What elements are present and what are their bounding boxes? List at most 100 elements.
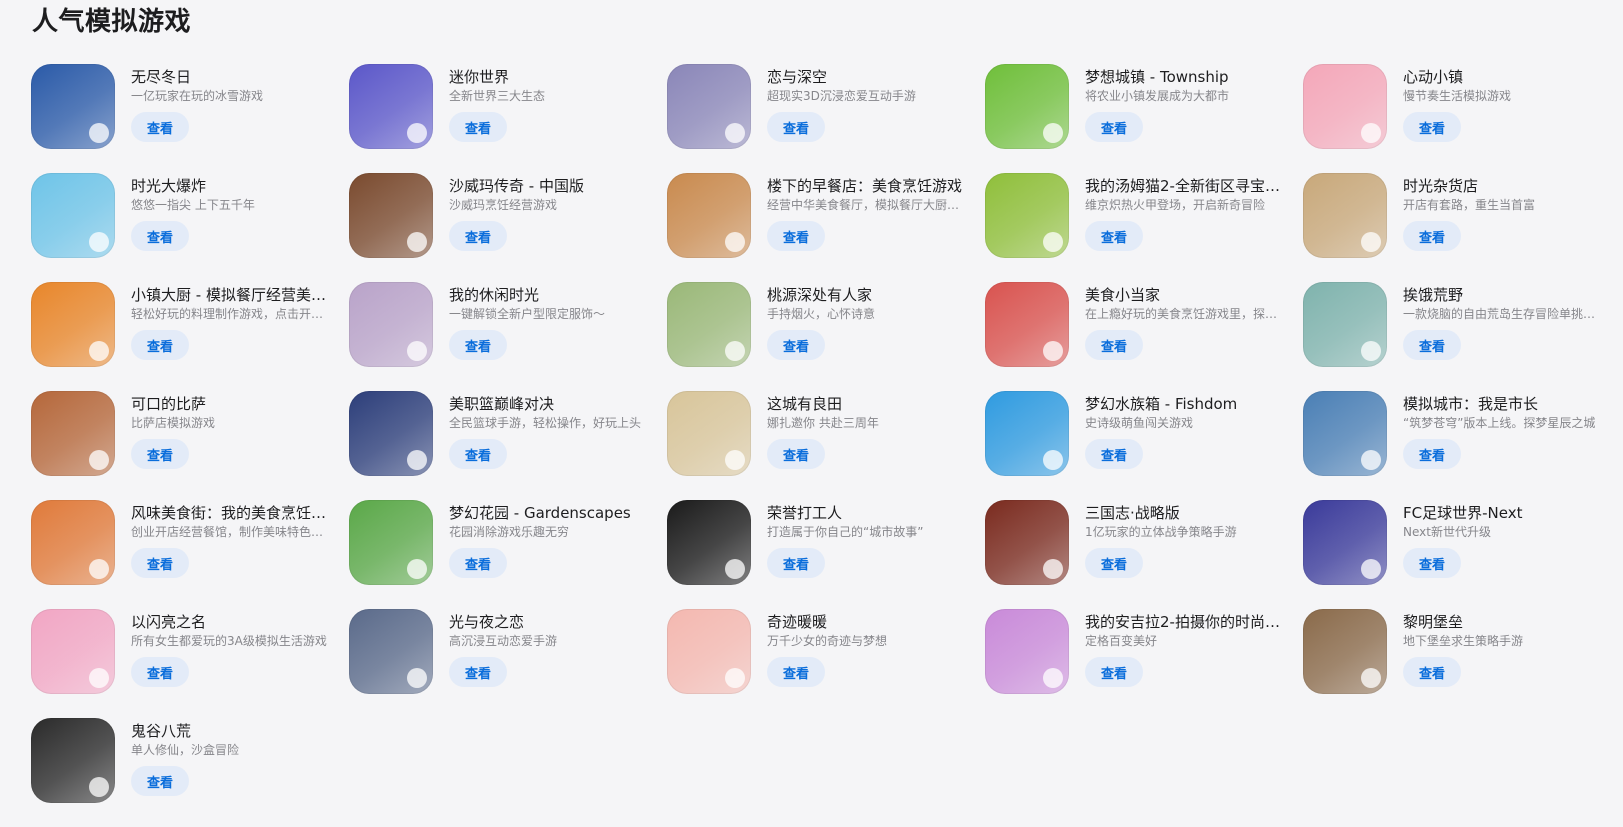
view-button[interactable]: 查看 <box>767 439 825 469</box>
app-name[interactable]: 三国志·战略版 <box>1085 503 1285 523</box>
app-name[interactable]: 心动小镇 <box>1403 67 1603 87</box>
doll-icon[interactable] <box>31 609 115 694</box>
app-card[interactable]: 光与夜之恋 高沉浸互动恋爱手游 查看 <box>349 609 667 718</box>
view-button[interactable]: 查看 <box>131 439 189 469</box>
nba-icon[interactable] <box>349 391 433 476</box>
app-name[interactable]: 沙威玛传奇 - 中国版 <box>449 176 649 196</box>
three-kingdoms-icon[interactable] <box>985 500 1069 585</box>
app-card[interactable]: 梦幻花园 - Gardenscapes 花园消除游戏乐趣无穷 查看 <box>349 500 667 609</box>
app-name[interactable]: 楼下的早餐店：美食烹饪游戏 <box>767 176 967 196</box>
app-card[interactable]: 迷你世界 全新世界三大生态 查看 <box>349 64 667 173</box>
garden-icon[interactable] <box>349 500 433 585</box>
view-button[interactable]: 查看 <box>1403 657 1461 687</box>
app-name[interactable]: 美食小当家 <box>1085 285 1285 305</box>
app-card[interactable]: 这城有良田 娜扎邀你 共赴三周年 查看 <box>667 391 985 500</box>
app-name[interactable]: 美职篮巅峰对决 <box>449 394 649 414</box>
shopkeeper-icon[interactable] <box>1303 173 1387 258</box>
app-name[interactable]: 小镇大厨 - 模拟餐厅经营美食游戏 <box>131 285 331 305</box>
app-card[interactable]: 以闪亮之名 所有女生都爱玩的3A级模拟生活游戏 查看 <box>31 609 349 718</box>
view-button[interactable]: 查看 <box>131 330 189 360</box>
view-button[interactable]: 查看 <box>131 112 189 142</box>
pet-girl-icon[interactable] <box>1303 64 1387 149</box>
app-card[interactable]: 可口的比萨 比萨店模拟游戏 查看 <box>31 391 349 500</box>
nikki-icon[interactable] <box>667 609 751 694</box>
tom-cat-icon[interactable] <box>985 173 1069 258</box>
app-card[interactable]: 小镇大厨 - 模拟餐厅经营美食游戏轻松好玩的料理制作游戏，点击开店烹饪查看 <box>31 282 349 391</box>
worker-icon[interactable] <box>667 500 751 585</box>
view-button[interactable]: 查看 <box>449 221 507 251</box>
app-card[interactable]: 风味美食街：我的美食烹饪游戏 创业开店经营餐馆，制作美味特色美食 查看 <box>31 500 349 609</box>
app-name[interactable]: 黎明堡垒 <box>1403 612 1603 632</box>
hotpot-icon[interactable] <box>31 500 115 585</box>
bunker-icon[interactable] <box>1303 609 1387 694</box>
app-name[interactable]: 梦幻花园 - Gardenscapes <box>449 503 649 523</box>
cozy-girl-icon[interactable] <box>349 282 433 367</box>
view-button[interactable]: 查看 <box>1403 439 1461 469</box>
app-card[interactable]: 时光杂货店 开店有套路，重生当首富 查看 <box>1303 173 1621 282</box>
app-card[interactable]: 恋与深空 超现实3D沉浸恋爱互动手游 查看 <box>667 64 985 173</box>
view-button[interactable]: 查看 <box>767 112 825 142</box>
view-button[interactable]: 查看 <box>1085 657 1143 687</box>
cook-girl-icon[interactable] <box>985 282 1069 367</box>
caveman-icon[interactable] <box>31 173 115 258</box>
tractor-icon[interactable] <box>985 64 1069 149</box>
app-name[interactable]: 风味美食街：我的美食烹饪游戏 <box>131 503 331 523</box>
view-button[interactable]: 查看 <box>1403 548 1461 578</box>
view-button[interactable]: 查看 <box>1403 221 1461 251</box>
app-name[interactable]: 光与夜之恋 <box>449 612 649 632</box>
chef-icon[interactable] <box>349 173 433 258</box>
app-card[interactable]: 美食小当家 在上瘾好玩的美食烹饪游戏里，探索美食 查看 <box>985 282 1303 391</box>
angela-icon[interactable] <box>985 609 1069 694</box>
view-button[interactable]: 查看 <box>1085 548 1143 578</box>
app-name[interactable]: 模拟城市：我是市长 <box>1403 394 1603 414</box>
app-name[interactable]: 时光大爆炸 <box>131 176 331 196</box>
burger-icon[interactable] <box>31 282 115 367</box>
ink-dragon-icon[interactable] <box>31 718 115 803</box>
view-button[interactable]: 查看 <box>131 221 189 251</box>
view-button[interactable]: 查看 <box>449 657 507 687</box>
view-button[interactable]: 查看 <box>767 330 825 360</box>
app-name[interactable]: 我的休闲时光 <box>449 285 649 305</box>
app-card[interactable]: FC足球世界-Next Next新世代升级 查看 <box>1303 500 1621 609</box>
app-card[interactable]: 美职篮巅峰对决 全民篮球手游，轻松操作，好玩上头 查看 <box>349 391 667 500</box>
app-name[interactable]: 梦幻水族箱 - Fishdom <box>1085 394 1285 414</box>
app-name[interactable]: 恋与深空 <box>767 67 967 87</box>
app-card[interactable]: 挨饿荒野 一款烧脑的自由荒岛生存冒险单挑游戏 查看 <box>1303 282 1621 391</box>
app-name[interactable]: 梦想城镇 - Township <box>1085 67 1285 87</box>
view-button[interactable]: 查看 <box>131 657 189 687</box>
fish-icon[interactable] <box>985 391 1069 476</box>
app-card[interactable]: 模拟城市：我是市长 “筑梦苍穹”版本上线。探梦星辰之城 查看 <box>1303 391 1621 500</box>
breakfast-icon[interactable] <box>667 173 751 258</box>
app-card[interactable]: 桃源深处有人家 手持烟火，心怀诗意 查看 <box>667 282 985 391</box>
view-button[interactable]: 查看 <box>1403 112 1461 142</box>
app-name[interactable]: 可口的比萨 <box>131 394 331 414</box>
view-button[interactable]: 查看 <box>449 112 507 142</box>
view-button[interactable]: 查看 <box>1085 439 1143 469</box>
app-card[interactable]: 黎明堡垒 地下堡垒求生策略手游 查看 <box>1303 609 1621 718</box>
view-button[interactable]: 查看 <box>767 657 825 687</box>
farm-icon[interactable] <box>667 391 751 476</box>
app-name[interactable]: 荣誉打工人 <box>767 503 967 523</box>
app-card[interactable]: 梦想城镇 - Township 将农业小镇发展成为大都市 查看 <box>985 64 1303 173</box>
app-name[interactable]: 以闪亮之名 <box>131 612 331 632</box>
view-button[interactable]: 查看 <box>449 330 507 360</box>
app-card[interactable]: 沙威玛传奇 - 中国版 沙威玛烹饪经营游戏 查看 <box>349 173 667 282</box>
app-card[interactable]: 时光大爆炸 悠悠一指尖 上下五千年 查看 <box>31 173 349 282</box>
block-character-icon[interactable] <box>349 64 433 149</box>
pizza-icon[interactable] <box>31 391 115 476</box>
view-button[interactable]: 查看 <box>131 548 189 578</box>
app-card[interactable]: 无尽冬日 一亿玩家在玩的冰雪游戏 查看 <box>31 64 349 173</box>
soccer-icon[interactable] <box>1303 500 1387 585</box>
app-name[interactable]: FC足球世界-Next <box>1403 503 1603 523</box>
globe-icon[interactable] <box>31 64 115 149</box>
survivor-icon[interactable] <box>1303 282 1387 367</box>
view-button[interactable]: 查看 <box>1085 221 1143 251</box>
app-name[interactable]: 挨饿荒野 <box>1403 285 1603 305</box>
app-card[interactable]: 鬼谷八荒 单人修仙，沙盒冒险 查看 <box>31 718 349 827</box>
app-name[interactable]: 这城有良田 <box>767 394 967 414</box>
app-card[interactable]: 奇迹暖暖 万千少女的奇迹与梦想 查看 <box>667 609 985 718</box>
city-icon[interactable] <box>1303 391 1387 476</box>
view-button[interactable]: 查看 <box>767 221 825 251</box>
app-name[interactable]: 我的安吉拉2-拍摄你的时尚大片 <box>1085 612 1285 632</box>
romance-icon[interactable] <box>349 609 433 694</box>
